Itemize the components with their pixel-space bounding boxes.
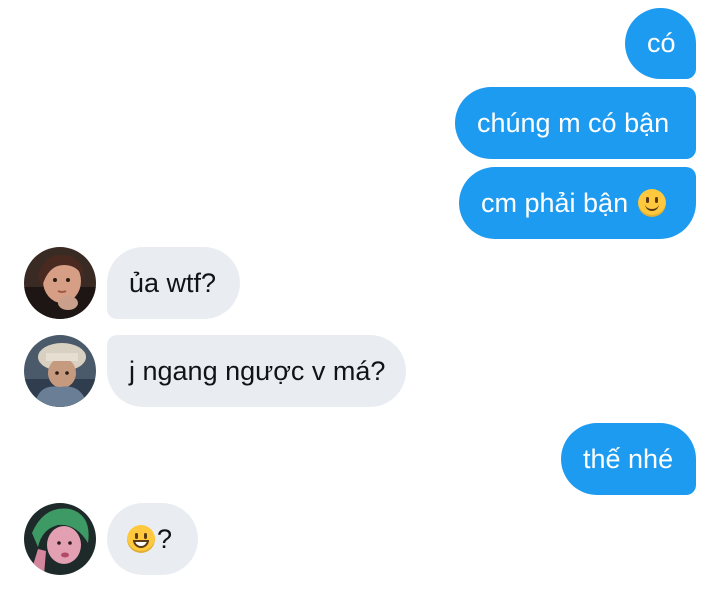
outgoing-message[interactable]: thế nhé <box>561 423 696 495</box>
message-text: cm phải bận <box>481 187 629 218</box>
message-text: ủa wtf? <box>129 267 217 298</box>
message-text: ? <box>157 523 173 554</box>
outgoing-message[interactable]: có <box>625 8 696 79</box>
message-text: có <box>647 28 676 58</box>
message-text: j ngang ngược v má? <box>129 355 386 386</box>
slightly-smiling-face-icon <box>638 189 667 217</box>
outgoing-message[interactable]: chúng m có bận <box>455 87 696 159</box>
avatar-user-2[interactable] <box>24 335 96 407</box>
incoming-message[interactable]: j ngang ngược v má? <box>107 335 406 407</box>
message-text: chúng m có bận <box>477 107 670 138</box>
incoming-message[interactable]: ủa wtf? <box>107 247 240 319</box>
message-text: thế nhé <box>583 443 674 474</box>
avatar-user-3[interactable] <box>24 503 96 575</box>
avatar-user-1[interactable] <box>24 247 96 319</box>
outgoing-message[interactable]: cm phải bận <box>459 167 696 239</box>
incoming-message[interactable]: ? <box>107 503 198 575</box>
grinning-face-icon <box>127 525 155 553</box>
